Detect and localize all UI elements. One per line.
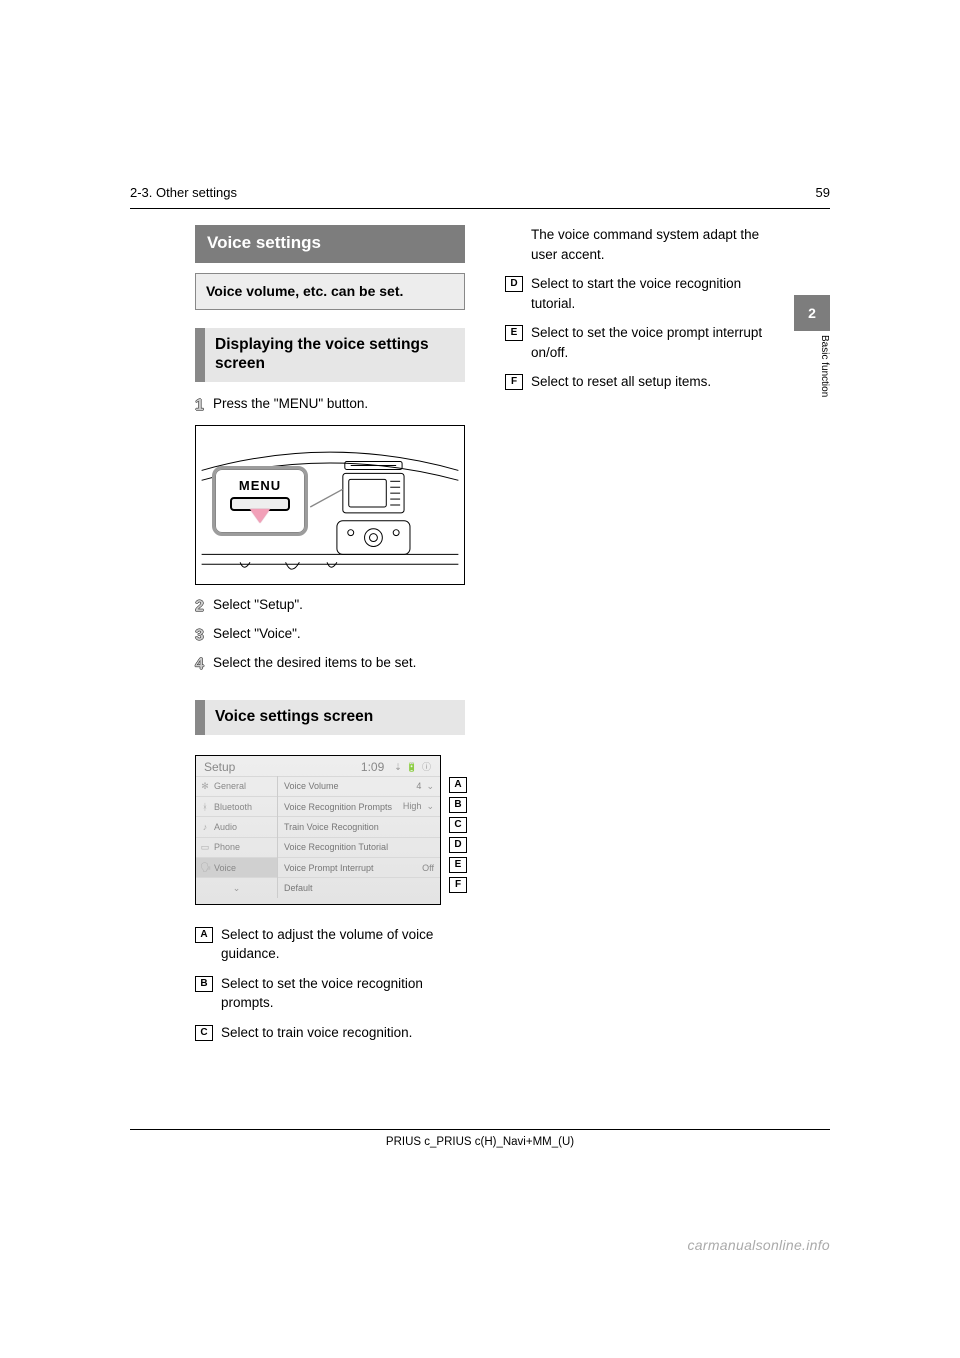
- definition-c-sub: The voice command system adapt the user …: [531, 225, 775, 264]
- section-heading-screen: Voice settings screen: [195, 700, 465, 734]
- callout-b: B: [449, 797, 467, 813]
- row-voice-prompts[interactable]: Voice Recognition Prompts High ⌄: [278, 796, 440, 816]
- screenshot-title: Setup: [204, 760, 235, 774]
- menu-label: MENU: [239, 478, 281, 493]
- row-prompt-interrupt[interactable]: Voice Prompt Interrupt Off: [278, 857, 440, 877]
- header-rule: [130, 208, 830, 209]
- callout-column: A B C D E F: [449, 777, 467, 893]
- callout-c: C: [449, 817, 467, 833]
- row-voice-volume[interactable]: Voice Volume 4 ⌄: [278, 776, 440, 796]
- sidebar-item-label: Phone: [214, 842, 240, 852]
- step-text: Select "Voice".: [213, 624, 465, 647]
- voice-icon: 🗣: [200, 862, 210, 873]
- row-voice-tutorial[interactable]: Voice Recognition Tutorial: [278, 837, 440, 857]
- chevron-down-icon: ⌄: [426, 781, 434, 791]
- def-tag-e: E: [505, 325, 523, 341]
- right-column: The voice command system adapt the user …: [505, 225, 775, 402]
- screenshot-topbar: Setup 1:09 ⇣ 🔋 ⓘ: [196, 756, 440, 776]
- sidebar-item-label: Audio: [214, 822, 237, 832]
- def-text: Select to train voice recognition.: [221, 1023, 465, 1043]
- sidebar-item-label: Bluetooth: [214, 802, 252, 812]
- screenshot-with-callouts: Setup 1:09 ⇣ 🔋 ⓘ ✻ General ᚼ Bluetooth ♪ Au…: [195, 747, 441, 919]
- sidebar-item-general[interactable]: ✻ General: [196, 776, 277, 796]
- definition-e: E Select to set the voice prompt interru…: [505, 323, 775, 362]
- step-text: Press the "MENU" button.: [213, 394, 465, 417]
- def-text: Select to reset all setup items.: [531, 372, 775, 392]
- def-tag-a: A: [195, 927, 213, 943]
- watermark: carmanualsonline.info: [688, 1237, 831, 1253]
- step-3: 3 Select "Voice".: [195, 624, 465, 647]
- row-label: Default: [284, 883, 313, 893]
- callout-d: D: [449, 837, 467, 853]
- note-icon: ♪: [200, 822, 210, 832]
- step-1: 1 Press the "MENU" button.: [195, 394, 465, 417]
- bluetooth-icon: ᚼ: [200, 802, 210, 812]
- sidebar-item-more[interactable]: ⌄: [196, 877, 277, 897]
- setup-screenshot: Setup 1:09 ⇣ 🔋 ⓘ ✻ General ᚼ Bluetooth ♪ Au…: [195, 755, 441, 905]
- step-text: Select "Setup".: [213, 595, 465, 618]
- status-icons: ⇣ 🔋 ⓘ: [394, 760, 432, 773]
- row-label: Voice Prompt Interrupt: [284, 863, 374, 873]
- def-tag-c: C: [195, 1025, 213, 1041]
- def-text: Select to start the voice recognition tu…: [531, 274, 775, 313]
- sidebar-item-voice[interactable]: 🗣 Voice: [196, 857, 277, 877]
- callout-f: F: [449, 877, 467, 893]
- section-heading-displaying: Displaying the voice settings screen: [195, 328, 465, 382]
- def-tag-f: F: [505, 374, 523, 390]
- phone-icon: ▭: [200, 842, 210, 853]
- step-text: Select the desired items to be set.: [213, 653, 465, 676]
- sidebar-item-label: Voice: [214, 863, 236, 873]
- def-tag-b: B: [195, 976, 213, 992]
- row-train-voice[interactable]: Train Voice Recognition: [278, 816, 440, 836]
- definition-a: A Select to adjust the volume of voice g…: [195, 925, 465, 964]
- def-text: Select to set the voice prompt interrupt…: [531, 323, 775, 362]
- dashboard-illustration: MENU: [195, 425, 465, 585]
- step-number: 4: [195, 653, 213, 676]
- row-default[interactable]: Default: [278, 877, 440, 897]
- row-value: Off: [422, 863, 434, 873]
- step-number: 1: [195, 394, 213, 417]
- definition-c: C Select to train voice recognition.: [195, 1023, 465, 1043]
- sidebar-item-phone[interactable]: ▭ Phone: [196, 837, 277, 857]
- step-4: 4 Select the desired items to be set.: [195, 653, 465, 676]
- page-number: 59: [790, 185, 830, 200]
- callout-a: A: [449, 777, 467, 793]
- page-header: 2-3. Other settings 59: [130, 185, 830, 200]
- chevron-down-icon: ⌄: [426, 801, 434, 811]
- definition-d: D Select to start the voice recognition …: [505, 274, 775, 313]
- row-value: 4: [416, 781, 421, 791]
- def-tag-d: D: [505, 276, 523, 292]
- chevron-down-icon: ⌄: [233, 883, 241, 894]
- gear-icon: ✻: [200, 781, 210, 792]
- setup-detail-pane: Voice Volume 4 ⌄ Voice Recognition Promp…: [278, 776, 440, 898]
- manual-page: 2-3. Other settings 59 2 Basic function …: [0, 0, 960, 1358]
- menu-button-popup: MENU: [212, 466, 308, 536]
- sidebar-item-audio[interactable]: ♪ Audio: [196, 816, 277, 836]
- step-number: 3: [195, 624, 213, 647]
- screenshot-time: 1:09: [361, 760, 384, 774]
- def-text: Select to set the voice recognition prom…: [221, 974, 465, 1013]
- setup-sidebar: ✻ General ᚼ Bluetooth ♪ Audio ▭ Phone 🗣 Voice…: [196, 776, 278, 898]
- def-text: Select to adjust the volume of voice gui…: [221, 925, 465, 964]
- definition-b: B Select to set the voice recognition pr…: [195, 974, 465, 1013]
- header-section-path: 2-3. Other settings: [130, 185, 237, 200]
- page-footer: PRIUS c_PRIUS c(H)_Navi+MM_(U): [130, 1129, 830, 1148]
- callout-e: E: [449, 857, 467, 873]
- pink-arrow-icon: [250, 509, 270, 523]
- step-number: 2: [195, 595, 213, 618]
- sidebar-item-label: General: [214, 781, 246, 791]
- content-area: Voice settings Voice volume, etc. can be…: [195, 225, 775, 1053]
- step-2: 2 Select "Setup".: [195, 595, 465, 618]
- chapter-tab-label: Basic function: [794, 295, 830, 397]
- lead-box: Voice volume, etc. can be set.: [195, 273, 465, 310]
- row-label: Voice Volume: [284, 781, 339, 791]
- definition-f: F Select to reset all setup items.: [505, 372, 775, 392]
- left-column: Voice settings Voice volume, etc. can be…: [195, 225, 465, 1053]
- sidebar-item-bluetooth[interactable]: ᚼ Bluetooth: [196, 796, 277, 816]
- row-label: Voice Recognition Prompts: [284, 802, 392, 812]
- topic-title: Voice settings: [195, 225, 465, 263]
- row-label: Voice Recognition Tutorial: [284, 842, 388, 852]
- row-value: High: [403, 801, 422, 811]
- row-label: Train Voice Recognition: [284, 822, 379, 832]
